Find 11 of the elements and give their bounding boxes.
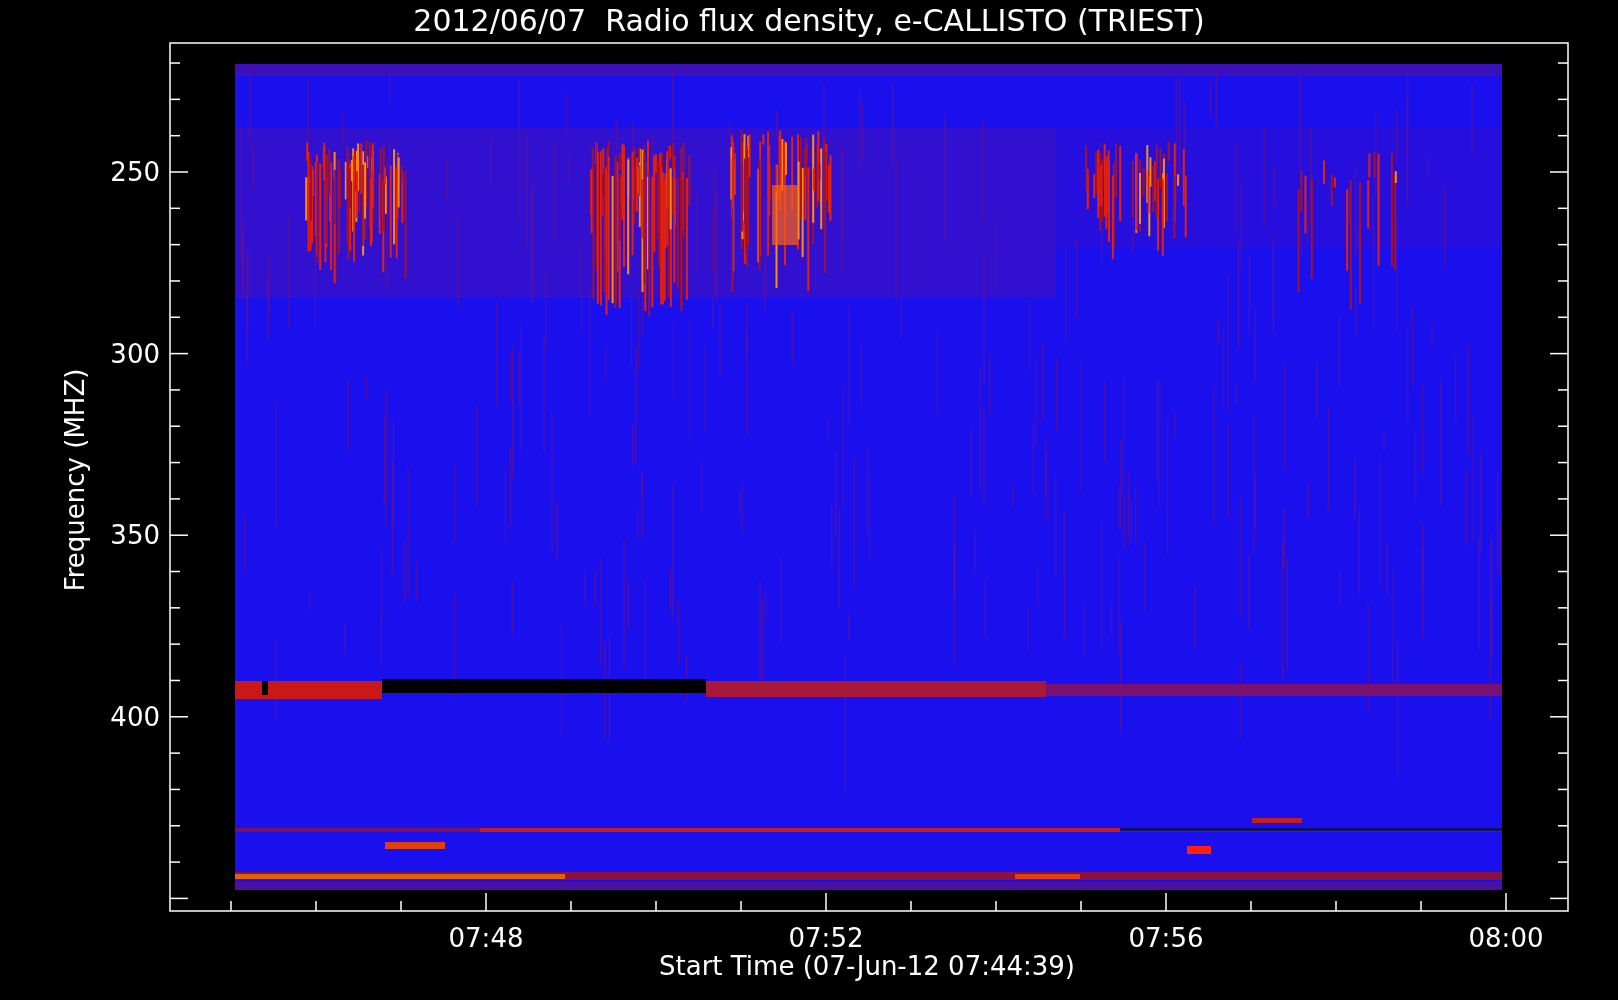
x-tick-label: 07:56 [1128, 923, 1204, 953]
x-tick-label: 08:00 [1468, 923, 1544, 953]
y-axis-label: Frequency (MHZ) [60, 368, 90, 592]
x-tick-label: 07:52 [788, 923, 864, 953]
y-tick-label: 300 [110, 338, 160, 369]
y-tick-label: 400 [110, 701, 160, 732]
chart-title: 2012/06/07 Radio flux density, e-CALLISTO (TRIEST) [413, 3, 1205, 38]
y-tick-label: 350 [110, 520, 160, 551]
x-axis-label: Start Time (07-Jun-12 07:44:39) [659, 951, 1075, 981]
x-tick-label: 07:48 [448, 923, 524, 953]
y-tick-label: 250 [110, 157, 160, 187]
